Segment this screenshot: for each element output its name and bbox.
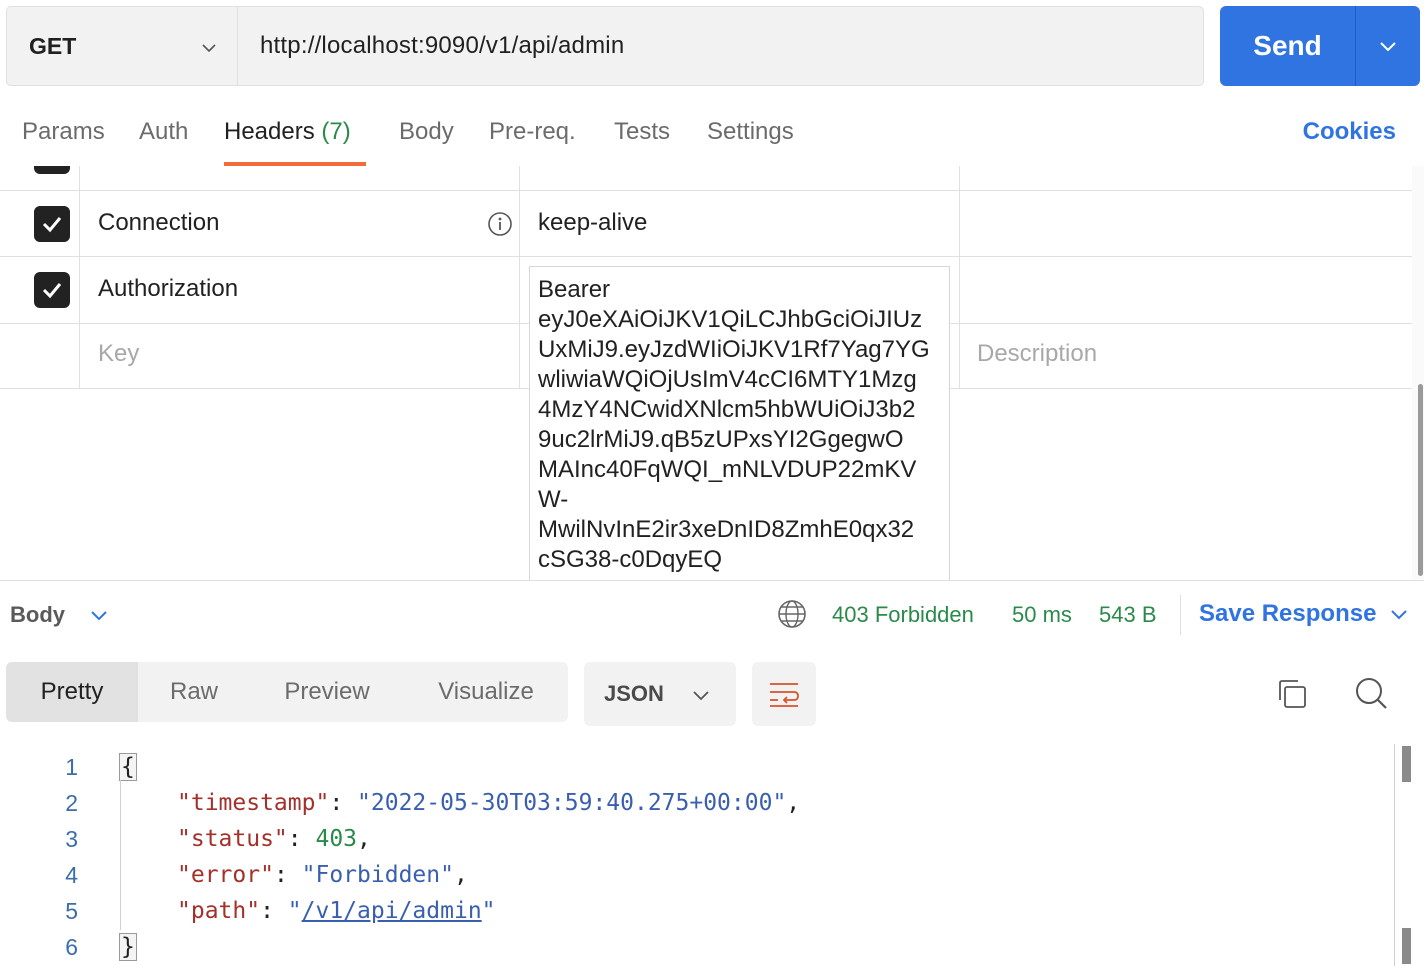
- code-line: 4 "error": "Forbidden",: [0, 856, 1394, 892]
- wrap-lines-button[interactable]: [752, 662, 816, 726]
- language-select[interactable]: JSON: [584, 662, 736, 726]
- json-value: "Forbidden": [301, 862, 454, 888]
- column-divider: [519, 166, 520, 389]
- view-raw[interactable]: Raw: [138, 662, 250, 722]
- url-input[interactable]: http://localhost:9090/v1/api/admin: [237, 6, 1204, 86]
- row-divider: [0, 190, 1412, 191]
- view-visualize[interactable]: Visualize: [404, 662, 568, 722]
- save-response-button[interactable]: Save Response: [1199, 600, 1376, 628]
- json-punct: ,: [357, 826, 371, 852]
- url-text: http://localhost:9090/v1/api/admin: [260, 32, 625, 59]
- response-size[interactable]: 543 B: [1099, 602, 1157, 628]
- check-icon: [42, 217, 62, 233]
- check-icon: [42, 283, 62, 299]
- status-badge[interactable]: 403 Forbidden: [832, 602, 974, 628]
- tab-auth[interactable]: Auth: [139, 118, 188, 146]
- cookies-link[interactable]: Cookies: [1303, 118, 1396, 146]
- chevron-down-icon[interactable]: [1390, 605, 1408, 623]
- headers-table: Connection keep-alive Authorization Key …: [0, 166, 1412, 580]
- json-punct: ,: [786, 790, 801, 816]
- json-key: "path": [177, 898, 261, 924]
- code-line: 3 "status": 403,: [0, 820, 1394, 856]
- authorization-value-editor[interactable]: Bearer eyJ0eXAiOiJKV1QiLCJhbGciOiJIUz Ux…: [529, 266, 950, 580]
- key-input[interactable]: Key: [98, 340, 139, 368]
- header-key[interactable]: Connection: [98, 209, 219, 237]
- chevron-down-icon: [693, 691, 709, 701]
- method-label: GET: [29, 32, 77, 59]
- response-divider: [0, 580, 1424, 581]
- code-scrollbar-thumb[interactable]: [1402, 928, 1411, 964]
- view-preview[interactable]: Preview: [250, 662, 404, 722]
- search-icon[interactable]: [1354, 676, 1388, 710]
- chevron-down-icon: [1380, 42, 1396, 52]
- tab-tests[interactable]: Tests: [614, 118, 670, 146]
- method-select[interactable]: GET: [6, 6, 238, 86]
- response-time[interactable]: 50 ms: [1012, 602, 1072, 628]
- send-options-button[interactable]: [1356, 6, 1420, 86]
- info-icon[interactable]: [487, 211, 513, 237]
- path-link[interactable]: /v1/api/admin: [302, 898, 482, 924]
- line-number: 1: [65, 754, 78, 780]
- chevron-down-icon[interactable]: [90, 606, 108, 624]
- header-checkbox-authorization[interactable]: [34, 272, 70, 308]
- json-punct: ,: [453, 862, 468, 888]
- open-brace: {: [119, 753, 137, 781]
- json-key: "timestamp": [177, 790, 330, 816]
- tab-headers[interactable]: Headers (7): [224, 118, 351, 146]
- column-divider: [79, 166, 80, 389]
- line-number: 6: [65, 934, 78, 960]
- tab-body[interactable]: Body: [399, 118, 454, 146]
- json-key: "status": [177, 826, 288, 852]
- wrap-lines-icon: [770, 683, 799, 707]
- row-divider: [0, 256, 1412, 257]
- authorization-value: Bearer eyJ0eXAiOiJKV1QiLCJhbGciOiJIUz Ux…: [538, 276, 930, 573]
- line-number: 3: [65, 826, 78, 852]
- headers-count-badge: (7): [321, 118, 351, 145]
- view-pretty[interactable]: Pretty: [6, 662, 138, 722]
- response-code-viewer[interactable]: 1 { 2 "timestamp": "2022-05-30T03:59:40.…: [0, 744, 1394, 966]
- chevron-down-icon: [202, 44, 216, 53]
- code-line: 6 }: [0, 928, 1394, 964]
- tab-params[interactable]: Params: [22, 118, 105, 146]
- column-divider: [959, 166, 960, 389]
- header-checkbox-partial[interactable]: [34, 166, 70, 174]
- code-scrollbar-track[interactable]: [1394, 744, 1395, 966]
- line-number: 5: [65, 898, 78, 924]
- divider: [1180, 595, 1181, 635]
- request-tabs: Params Auth Headers (7) Body Pre-req. Te…: [0, 100, 1424, 166]
- tab-settings[interactable]: Settings: [707, 118, 794, 146]
- send-button[interactable]: Send: [1220, 6, 1355, 86]
- line-number: 2: [65, 790, 78, 816]
- response-view-toggle: Pretty Raw Preview Visualize: [6, 662, 568, 722]
- json-value: 403: [315, 826, 358, 852]
- globe-icon[interactable]: [777, 599, 807, 629]
- description-input[interactable]: Description: [977, 340, 1097, 368]
- header-value[interactable]: keep-alive: [538, 209, 647, 237]
- header-checkbox-connection[interactable]: [34, 206, 70, 242]
- json-key: "error": [177, 862, 274, 888]
- code-line: 5 "path": "/v1/api/admin": [0, 892, 1394, 928]
- tab-prereq[interactable]: Pre-req.: [489, 118, 576, 146]
- header-key[interactable]: Authorization: [98, 275, 238, 303]
- copy-icon[interactable]: [1276, 678, 1308, 710]
- code-line: 2 "timestamp": "2022-05-30T03:59:40.275+…: [0, 784, 1394, 820]
- code-line: 1 {: [0, 748, 1394, 784]
- tab-headers-label: Headers: [224, 118, 315, 145]
- json-value: "2022-05-30T03:59:40.275+00:00": [357, 790, 787, 816]
- response-body-label[interactable]: Body: [10, 602, 65, 628]
- language-label: JSON: [604, 681, 664, 706]
- code-scrollbar-thumb[interactable]: [1402, 746, 1411, 782]
- indent-guide: [120, 780, 121, 930]
- headers-scrollbar-thumb[interactable]: [1418, 384, 1423, 576]
- close-brace: }: [119, 933, 137, 961]
- line-number: 4: [65, 862, 78, 888]
